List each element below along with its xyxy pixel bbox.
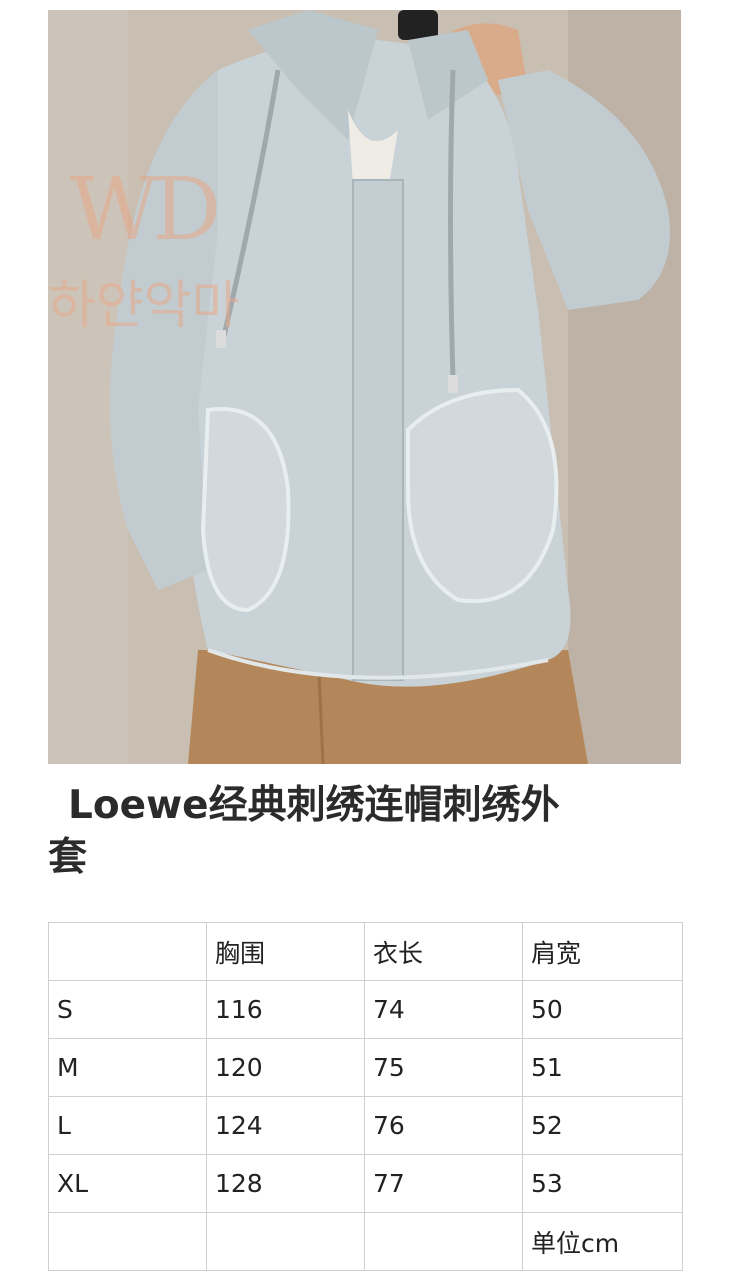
table-cell (48, 1212, 207, 1271)
table-cell: 77 (364, 1154, 523, 1213)
table-header-cell: 胸围 (206, 922, 365, 981)
table-cell: 单位cm (522, 1212, 683, 1271)
table-cell: 120 (206, 1038, 365, 1097)
table-cell: XL (48, 1154, 207, 1213)
table-cell: 128 (206, 1154, 365, 1213)
table-cell: 52 (522, 1096, 683, 1155)
table-header-cell: 肩宽 (522, 922, 683, 981)
table-cell: 74 (364, 980, 523, 1039)
table-row: M 120 75 51 (48, 1038, 683, 1097)
table-cell (206, 1212, 365, 1271)
table-header-row: 胸围 衣长 肩宽 (48, 922, 683, 981)
product-title-line-1: Loewe经典刺绣连帽刺绣外 (68, 783, 560, 828)
size-chart-table: 胸围 衣长 肩宽 S 116 74 50 M 120 75 51 L 124 7… (48, 922, 683, 1271)
table-cell: M (48, 1038, 207, 1097)
table-cell: L (48, 1096, 207, 1155)
table-cell: S (48, 980, 207, 1039)
table-header-cell (48, 922, 207, 981)
table-row: S 116 74 50 (48, 980, 683, 1039)
table-cell: 124 (206, 1096, 365, 1155)
table-row: 单位cm (48, 1212, 683, 1271)
table-cell: 50 (522, 980, 683, 1039)
hooded-shirt-photo (48, 10, 681, 764)
product-photo: WD 하얀악마 (48, 10, 681, 764)
table-cell: 51 (522, 1038, 683, 1097)
product-title-line-2: 套 (48, 835, 88, 880)
table-row: L 124 76 52 (48, 1096, 683, 1155)
table-row: XL 128 77 53 (48, 1154, 683, 1213)
product-title: Loewe经典刺绣连帽刺绣外 套 (48, 780, 708, 884)
table-cell: 75 (364, 1038, 523, 1097)
table-cell: 53 (522, 1154, 683, 1213)
table-cell (364, 1212, 523, 1271)
table-cell: 116 (206, 980, 365, 1039)
table-cell: 76 (364, 1096, 523, 1155)
table-header-cell: 衣长 (364, 922, 523, 981)
